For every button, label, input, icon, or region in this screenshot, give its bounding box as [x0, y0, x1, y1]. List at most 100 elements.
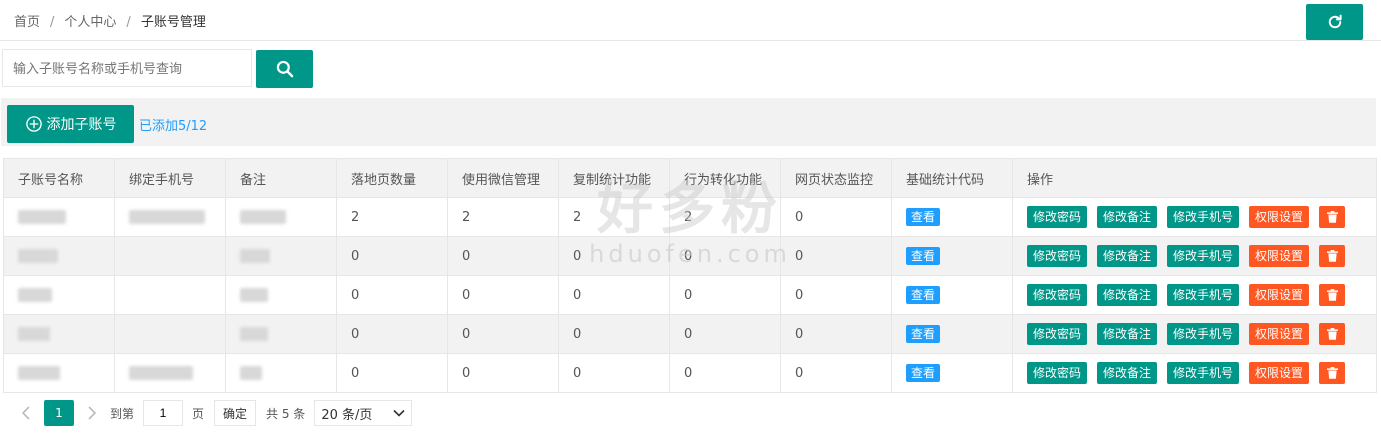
current-page-button[interactable]: 1 [44, 400, 74, 426]
delete-button[interactable] [1319, 245, 1346, 267]
cell-behavior: 2 [669, 197, 781, 237]
cell-wechat: 0 [447, 314, 559, 354]
column-header: 备注 [225, 158, 337, 198]
change-password-button[interactable]: 修改密码 [1027, 284, 1088, 306]
next-page-button[interactable] [79, 400, 105, 426]
change-phone-button[interactable]: 修改手机号 [1167, 206, 1240, 228]
permissions-button[interactable]: 权限设置 [1249, 362, 1310, 384]
table-row: 0 0 0 0 0 查看 修改密码 修改备注 修改手机号 权限设置 [3, 314, 1377, 354]
table-header: 子账号名称 绑定手机号 备注 落地页数量 使用微信管理 复制统计功能 行为转化功… [3, 158, 1377, 198]
delete-button[interactable] [1319, 206, 1346, 228]
cell-landing-count: 2 [336, 197, 448, 237]
delete-button[interactable] [1319, 362, 1346, 384]
change-phone-button[interactable]: 修改手机号 [1167, 245, 1240, 267]
cell-actions: 修改密码 修改备注 修改手机号 权限设置 [1012, 236, 1377, 276]
permissions-button[interactable]: 权限设置 [1249, 284, 1310, 306]
table-row: 0 0 0 0 0 查看 修改密码 修改备注 修改手机号 权限设置 [3, 275, 1377, 315]
change-phone-button[interactable]: 修改手机号 [1167, 362, 1240, 384]
cell-actions: 修改密码 修改备注 修改手机号 权限设置 [1012, 275, 1377, 315]
change-remark-button[interactable]: 修改备注 [1097, 323, 1158, 345]
redacted-text [18, 327, 50, 341]
total-count: 共 5 条 [266, 406, 306, 421]
column-header: 子账号名称 [3, 158, 115, 198]
chevron-down-icon [393, 409, 405, 417]
change-password-button[interactable]: 修改密码 [1027, 245, 1088, 267]
change-phone-button[interactable]: 修改手机号 [1167, 323, 1240, 345]
breadcrumb-home[interactable]: 首页 [14, 11, 40, 30]
cell-behavior: 0 [669, 314, 781, 354]
redacted-text [240, 288, 268, 302]
permissions-button[interactable]: 权限设置 [1249, 206, 1310, 228]
refresh-button[interactable] [1306, 4, 1363, 40]
page-jump-input[interactable] [143, 400, 184, 426]
permissions-button[interactable]: 权限设置 [1249, 245, 1310, 267]
cell-wechat: 0 [447, 353, 559, 393]
cell-behavior: 0 [669, 275, 781, 315]
column-header: 使用微信管理 [447, 158, 559, 198]
change-phone-button[interactable]: 修改手机号 [1167, 284, 1240, 306]
change-remark-button[interactable]: 修改备注 [1097, 206, 1158, 228]
added-count: 已添加5/12 [139, 119, 208, 134]
change-password-button[interactable]: 修改密码 [1027, 323, 1088, 345]
page-size-select[interactable]: 20 条/页 [314, 400, 413, 426]
trash-icon [1326, 367, 1338, 379]
redacted-text [129, 210, 205, 224]
change-remark-button[interactable]: 修改备注 [1097, 284, 1158, 306]
cell-account-name [3, 236, 115, 276]
cell-phone [114, 314, 226, 354]
cell-stats-code: 查看 [891, 197, 1013, 237]
change-remark-button[interactable]: 修改备注 [1097, 245, 1158, 267]
change-password-button[interactable]: 修改密码 [1027, 206, 1088, 228]
cell-phone [114, 197, 226, 237]
change-password-button[interactable]: 修改密码 [1027, 362, 1088, 384]
cell-landing-count: 0 [336, 275, 448, 315]
prev-page-button[interactable] [13, 400, 39, 426]
trash-icon [1326, 328, 1338, 340]
delete-button[interactable] [1319, 284, 1346, 306]
cell-copy-stats: 0 [558, 353, 670, 393]
subaccount-table: 子账号名称 绑定手机号 备注 落地页数量 使用微信管理 复制统计功能 行为转化功… [3, 158, 1377, 393]
cell-stats-code: 查看 [891, 236, 1013, 276]
cell-stats-code: 查看 [891, 314, 1013, 354]
cell-wechat: 0 [447, 275, 559, 315]
redacted-text [18, 288, 52, 302]
cell-wechat: 2 [447, 197, 559, 237]
table-row: 2 2 2 2 0 查看 修改密码 修改备注 修改手机号 权限设置 [3, 197, 1377, 237]
add-subaccount-button[interactable]: 添加子账号 [7, 105, 134, 143]
column-header: 复制统计功能 [558, 158, 670, 198]
goto-label: 到第 [110, 406, 135, 421]
search-button[interactable] [256, 50, 313, 88]
change-remark-button[interactable]: 修改备注 [1097, 362, 1158, 384]
cell-account-name [3, 314, 115, 354]
view-button[interactable]: 查看 [906, 325, 941, 343]
view-button[interactable]: 查看 [906, 208, 941, 226]
table-row: 0 0 0 0 0 查看 修改密码 修改备注 修改手机号 权限设置 [3, 353, 1377, 393]
confirm-jump-button[interactable]: 确定 [214, 400, 257, 426]
cell-stats-code: 查看 [891, 275, 1013, 315]
breadcrumb-current: 子账号管理 [140, 15, 206, 30]
cell-remark [225, 236, 337, 276]
cell-landing-count: 0 [336, 314, 448, 354]
search-input[interactable] [2, 49, 252, 87]
cell-monitor: 0 [780, 314, 892, 354]
breadcrumb-separator: / [50, 15, 55, 30]
redacted-text [18, 366, 60, 380]
cell-behavior: 0 [669, 236, 781, 276]
redacted-text [240, 366, 262, 380]
page-size-value: 20 条/页 [321, 407, 373, 423]
breadcrumb-personal-center[interactable]: 个人中心 [64, 11, 116, 30]
cell-phone [114, 236, 226, 276]
view-button[interactable]: 查看 [906, 364, 941, 382]
cell-landing-count: 0 [336, 236, 448, 276]
delete-button[interactable] [1319, 323, 1346, 345]
table-row: 0 0 0 0 0 查看 修改密码 修改备注 修改手机号 权限设置 [3, 236, 1377, 276]
redacted-text [18, 249, 58, 263]
cell-monitor: 0 [780, 353, 892, 393]
permissions-button[interactable]: 权限设置 [1249, 323, 1310, 345]
plus-circle-icon [25, 116, 42, 132]
cell-stats-code: 查看 [891, 353, 1013, 393]
view-button[interactable]: 查看 [906, 247, 941, 265]
cell-monitor: 0 [780, 197, 892, 237]
view-button[interactable]: 查看 [906, 286, 941, 304]
chevron-left-icon [21, 406, 30, 420]
